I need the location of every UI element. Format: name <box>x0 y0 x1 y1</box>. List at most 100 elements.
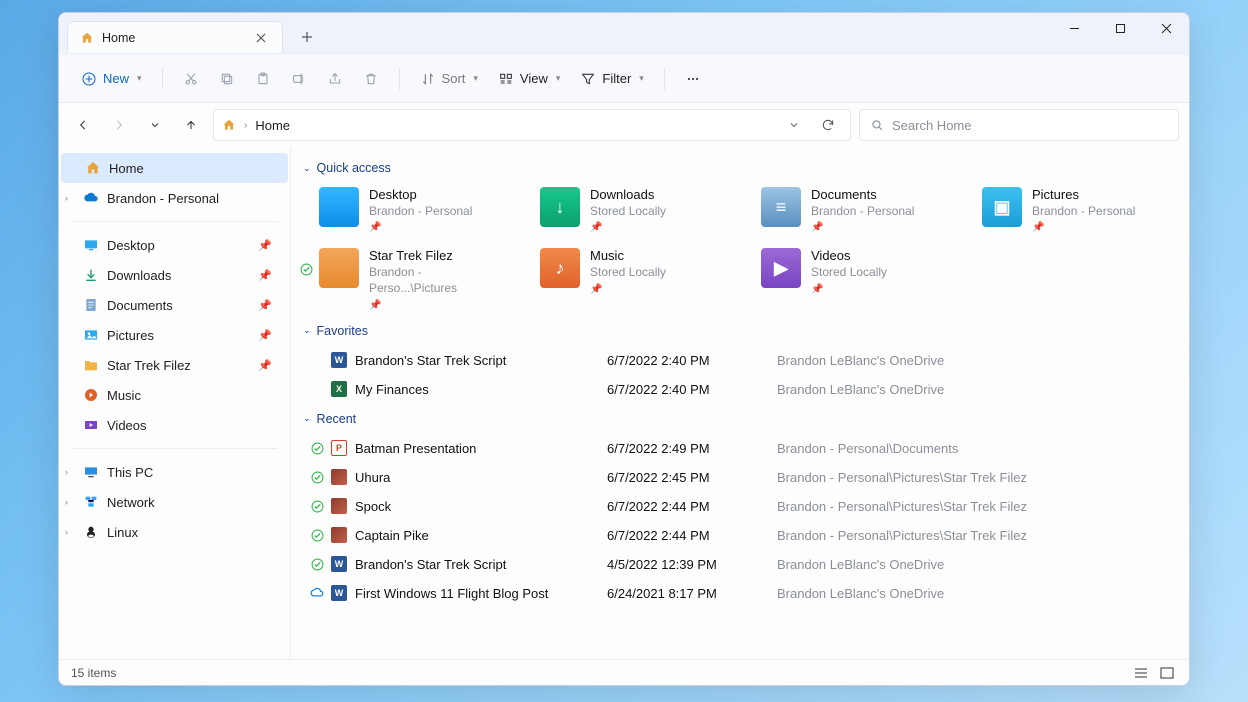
maximize-button[interactable] <box>1097 13 1143 43</box>
file-icon <box>327 527 351 543</box>
group-recent[interactable]: ⌄ Recent <box>303 412 1173 426</box>
chevron-right-icon[interactable]: › <box>65 467 68 477</box>
sidebar-item-thispc[interactable]: › This PC <box>59 457 290 487</box>
quick-access-item[interactable]: DesktopBrandon - Personal📌 <box>297 183 510 238</box>
linux-icon <box>83 524 99 540</box>
copy-icon <box>219 71 235 87</box>
quick-access-item[interactable]: ≡DocumentsBrandon - Personal📌 <box>739 183 952 238</box>
desktop-icon <box>83 237 99 253</box>
sidebar-item-home[interactable]: Home <box>61 153 288 183</box>
delete-button[interactable] <box>355 67 387 91</box>
list-row[interactable]: WBrandon's Star Trek Script4/5/2022 12:3… <box>297 550 1173 579</box>
sidebar-item-videos[interactable]: Videos <box>59 410 290 440</box>
list-row[interactable]: Uhura6/7/2022 2:45 PMBrandon - Personal\… <box>297 463 1173 492</box>
back-button[interactable] <box>69 111 97 139</box>
filter-button[interactable]: Filter ▾ <box>572 67 651 91</box>
chevron-right-icon[interactable]: › <box>65 193 68 203</box>
list-row[interactable]: XMy Finances6/7/2022 2:40 PMBrandon LeBl… <box>297 375 1173 404</box>
search-input[interactable] <box>892 118 1168 133</box>
sidebar-item-documents[interactable]: Documents 📌 <box>59 290 290 320</box>
pin-icon[interactable]: 📌 <box>258 329 272 342</box>
sidebar-label: This PC <box>107 465 153 480</box>
list-row[interactable]: Spock6/7/2022 2:44 PMBrandon - Personal\… <box>297 492 1173 521</box>
content-area[interactable]: ⌄ Quick access DesktopBrandon - Personal… <box>291 147 1189 659</box>
refresh-button[interactable] <box>814 118 842 132</box>
list-row[interactable]: PBatman Presentation6/7/2022 2:49 PMBran… <box>297 434 1173 463</box>
folder-icon <box>83 357 99 373</box>
pin-icon[interactable]: 📌 <box>258 359 272 372</box>
view-button[interactable]: View ▾ <box>490 67 568 91</box>
quick-access-item[interactable]: ♪MusicStored Locally📌 <box>518 244 731 315</box>
sidebar-item-desktop[interactable]: Desktop 📌 <box>59 230 290 260</box>
chevron-right-icon[interactable]: › <box>65 527 68 537</box>
chevron-down-icon: ⌄ <box>303 413 311 424</box>
tab-home[interactable]: Home <box>67 21 283 53</box>
new-tab-button[interactable] <box>291 21 323 53</box>
sort-button[interactable]: Sort ▾ <box>412 67 486 91</box>
quick-access-item[interactable]: ↓DownloadsStored Locally📌 <box>518 183 731 238</box>
list-row[interactable]: WFirst Windows 11 Flight Blog Post6/24/2… <box>297 579 1173 608</box>
file-date: 6/7/2022 2:44 PM <box>607 528 777 543</box>
sidebar-item-network[interactable]: › Network <box>59 487 290 517</box>
file-name: Captain Pike <box>351 528 607 543</box>
pin-icon: 📌 <box>811 221 914 234</box>
up-button[interactable] <box>177 111 205 139</box>
file-date: 6/24/2021 8:17 PM <box>607 586 777 601</box>
minimize-button[interactable] <box>1051 13 1097 43</box>
window-controls <box>1051 13 1189 45</box>
divider <box>71 221 278 222</box>
file-date: 6/7/2022 2:40 PM <box>607 353 777 368</box>
chevron-right-icon[interactable]: › <box>65 497 68 507</box>
quick-access-item[interactable]: ▣PicturesBrandon - Personal📌 <box>960 183 1173 238</box>
address-history-button[interactable] <box>782 119 806 131</box>
file-date: 4/5/2022 12:39 PM <box>607 557 777 572</box>
quick-access-item[interactable]: ▶VideosStored Locally📌 <box>739 244 952 315</box>
rename-icon <box>291 71 307 87</box>
chevron-right-icon[interactable]: › <box>244 120 247 131</box>
tab-close-icon[interactable] <box>252 33 270 43</box>
share-button[interactable] <box>319 67 351 91</box>
status-icon <box>307 558 327 571</box>
explorer-body: Home › Brandon - Personal Desktop 📌 Down… <box>59 147 1189 659</box>
file-path: Brandon - Personal\Pictures\Star Trek Fi… <box>777 528 1173 543</box>
sidebar-item-pictures[interactable]: Pictures 📌 <box>59 320 290 350</box>
group-quick-access[interactable]: ⌄ Quick access <box>303 161 1173 175</box>
paste-button[interactable] <box>247 67 279 91</box>
details-view-button[interactable] <box>1131 664 1151 682</box>
search-icon <box>870 118 884 132</box>
file-name: First Windows 11 Flight Blog Post <box>351 586 607 601</box>
recent-locations-button[interactable] <box>141 111 169 139</box>
pin-icon: 📌 <box>1032 221 1135 234</box>
list-row[interactable]: WBrandon's Star Trek Script6/7/2022 2:40… <box>297 346 1173 375</box>
thumbnails-view-button[interactable] <box>1157 664 1177 682</box>
sidebar-item-personal[interactable]: › Brandon - Personal <box>59 183 290 213</box>
search-box[interactable] <box>859 109 1179 141</box>
group-favorites[interactable]: ⌄ Favorites <box>303 324 1173 338</box>
copy-button[interactable] <box>211 67 243 91</box>
view-icon <box>498 71 514 87</box>
sidebar-item-linux[interactable]: › Linux <box>59 517 290 547</box>
sidebar-item-downloads[interactable]: Downloads 📌 <box>59 260 290 290</box>
file-icon: W <box>327 352 351 368</box>
share-icon <box>327 71 343 87</box>
pin-icon[interactable]: 📌 <box>258 239 272 252</box>
cut-button[interactable] <box>175 67 207 91</box>
quick-access-item[interactable]: Star Trek FilezBrandon - Perso...\Pictur… <box>297 244 510 315</box>
sidebar[interactable]: Home › Brandon - Personal Desktop 📌 Down… <box>59 147 291 659</box>
sidebar-label: Network <box>107 495 155 510</box>
address-bar[interactable]: › Home <box>213 109 851 141</box>
new-button[interactable]: New ▾ <box>73 67 150 91</box>
titlebar[interactable]: Home <box>59 13 1189 55</box>
list-row[interactable]: Captain Pike6/7/2022 2:44 PMBrandon - Pe… <box>297 521 1173 550</box>
more-button[interactable] <box>677 67 709 91</box>
rename-button[interactable] <box>283 67 315 91</box>
pin-icon[interactable]: 📌 <box>258 299 272 312</box>
address-location[interactable]: Home <box>255 118 290 133</box>
close-button[interactable] <box>1143 13 1189 43</box>
forward-button[interactable] <box>105 111 133 139</box>
pin-icon[interactable]: 📌 <box>258 269 272 282</box>
sidebar-item-music[interactable]: Music <box>59 380 290 410</box>
video-icon <box>83 417 99 433</box>
sidebar-item-startrek[interactable]: Star Trek Filez 📌 <box>59 350 290 380</box>
status-icon <box>307 471 327 484</box>
